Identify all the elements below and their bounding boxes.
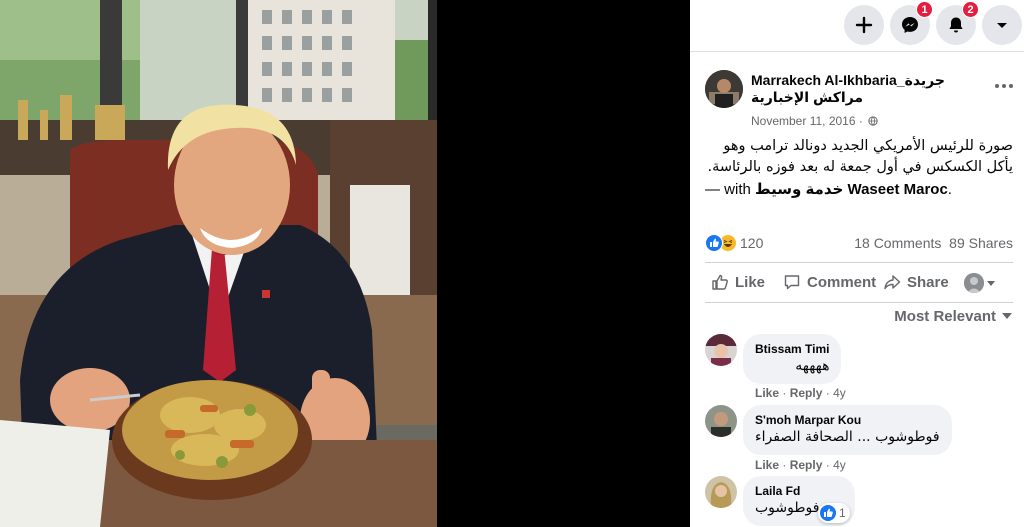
share-label: Share bbox=[907, 273, 949, 291]
comment-button[interactable]: Comment bbox=[783, 273, 876, 291]
post-side-panel: 1 2 Marrakech Al-Ikhbaria_جريدة مراكش ال… bbox=[690, 0, 1024, 527]
create-button[interactable] bbox=[844, 5, 884, 45]
divider-bottom bbox=[705, 302, 1013, 303]
commenter-avatar[interactable] bbox=[705, 476, 737, 508]
meta-separator: · bbox=[782, 386, 787, 400]
reactions-summary: 120 18 Comments 89 Shares bbox=[705, 234, 1013, 252]
thumbs-up-icon bbox=[712, 274, 728, 290]
comment-like-link[interactable]: Like bbox=[755, 458, 779, 472]
messenger-icon bbox=[902, 17, 918, 33]
sort-label: Most Relevant bbox=[894, 308, 996, 325]
page-name-link[interactable]: Marrakech Al-Ikhbaria_جريدة مراكش الإخبا… bbox=[751, 72, 945, 106]
like-icon bbox=[820, 505, 836, 521]
tagged-page-link[interactable]: خدمة وسيط Waseet Maroc bbox=[755, 181, 948, 198]
comment-reactions[interactable]: 1 bbox=[818, 503, 850, 523]
photo-viewer bbox=[0, 0, 690, 527]
shares-count[interactable]: 89 Shares bbox=[949, 235, 1013, 251]
with-suffix: . bbox=[947, 181, 952, 198]
comment-reply-link[interactable]: Reply bbox=[790, 386, 823, 400]
post-photo[interactable] bbox=[0, 0, 437, 527]
with-prefix: — with bbox=[705, 181, 751, 198]
page-name-line2: مراكش الإخبارية bbox=[751, 89, 864, 105]
notifications-badge: 2 bbox=[962, 1, 979, 18]
more-icon[interactable] bbox=[993, 78, 1015, 94]
comments-shares-count: 18 Comments 89 Shares bbox=[854, 235, 1013, 251]
like-button[interactable]: Like bbox=[711, 273, 765, 291]
comment-time[interactable]: 4y bbox=[833, 386, 846, 400]
divider-top bbox=[705, 262, 1013, 263]
share-icon bbox=[884, 275, 901, 290]
commenter-avatar[interactable] bbox=[705, 334, 737, 366]
meta-separator: · bbox=[825, 458, 830, 472]
comment-icon bbox=[784, 275, 800, 290]
messenger-badge: 1 bbox=[916, 1, 933, 18]
post-text-line2: يأكل الكسكس في أول جمعة له بعد فوزه بالر… bbox=[707, 159, 1013, 175]
post-actions: Like Comment Share bbox=[705, 268, 1013, 300]
comment-meta: Like · Reply · 4y bbox=[755, 386, 846, 400]
post-timestamp[interactable]: November 11, 2016 · bbox=[751, 114, 878, 128]
commenter-name[interactable]: S'moh Marpar Kou bbox=[755, 412, 940, 428]
notifications-button[interactable]: 2 bbox=[936, 1, 979, 45]
page-avatar[interactable] bbox=[705, 70, 743, 108]
comment-text: فوطوشوب bbox=[755, 500, 820, 516]
bell-icon bbox=[949, 17, 963, 33]
comment-reaction-count: 1 bbox=[839, 506, 846, 520]
commenter-avatar[interactable] bbox=[705, 405, 737, 437]
comment-like-link[interactable]: Like bbox=[755, 386, 779, 400]
comment-text: فوطوشوب ... الصحافة الصفراء bbox=[755, 429, 940, 445]
comment-sort-dropdown[interactable]: Most Relevant bbox=[894, 308, 1012, 325]
plus-icon bbox=[855, 16, 873, 34]
tagged-with: — with خدمة وسيط Waseet Maroc. bbox=[705, 179, 1013, 200]
comment-meta: Like · Reply · 4y bbox=[755, 458, 846, 472]
globe-icon bbox=[868, 116, 878, 126]
post-text-line1: صورة للرئيس الأمريكي الجديد دونالد ترامب… bbox=[723, 138, 1013, 154]
comment-time[interactable]: 4y bbox=[833, 458, 846, 472]
meta-separator: · bbox=[825, 386, 830, 400]
share-audience-selector[interactable] bbox=[964, 273, 995, 293]
viewer-avatar bbox=[964, 273, 984, 293]
like-icon bbox=[705, 234, 723, 252]
post-message: صورة للرئيس الأمريكي الجديد دونالد ترامب… bbox=[705, 136, 1013, 200]
comments-count[interactable]: 18 Comments bbox=[854, 235, 941, 251]
meta-separator: · bbox=[782, 458, 787, 472]
post-date: November 11, 2016 bbox=[751, 114, 856, 128]
top-navigation: 1 2 bbox=[690, 0, 1024, 52]
comment-bubble: Btissam Timi ههههه bbox=[743, 334, 842, 384]
date-separator: · bbox=[858, 114, 863, 128]
page-name-line1: Marrakech Al-Ikhbaria_جريدة bbox=[751, 72, 945, 88]
comment-text: ههههه bbox=[795, 358, 830, 374]
share-button[interactable]: Share bbox=[883, 273, 949, 291]
reaction-count[interactable]: 120 bbox=[740, 235, 763, 251]
account-menu-button[interactable] bbox=[982, 5, 1022, 45]
caret-down-icon bbox=[987, 280, 995, 286]
like-label: Like bbox=[735, 273, 766, 291]
comment-reply-link[interactable]: Reply bbox=[790, 458, 823, 472]
messenger-button[interactable]: 1 bbox=[890, 1, 933, 45]
caret-down-icon bbox=[997, 23, 1007, 28]
comment-bubble: S'moh Marpar Kou فوطوشوب ... الصحافة الص… bbox=[743, 405, 952, 455]
commenter-name[interactable]: Laila Fd bbox=[755, 483, 819, 499]
commenter-name[interactable]: Btissam Timi bbox=[755, 341, 829, 357]
comment-label: Comment bbox=[807, 273, 877, 291]
caret-down-icon bbox=[1002, 313, 1012, 319]
